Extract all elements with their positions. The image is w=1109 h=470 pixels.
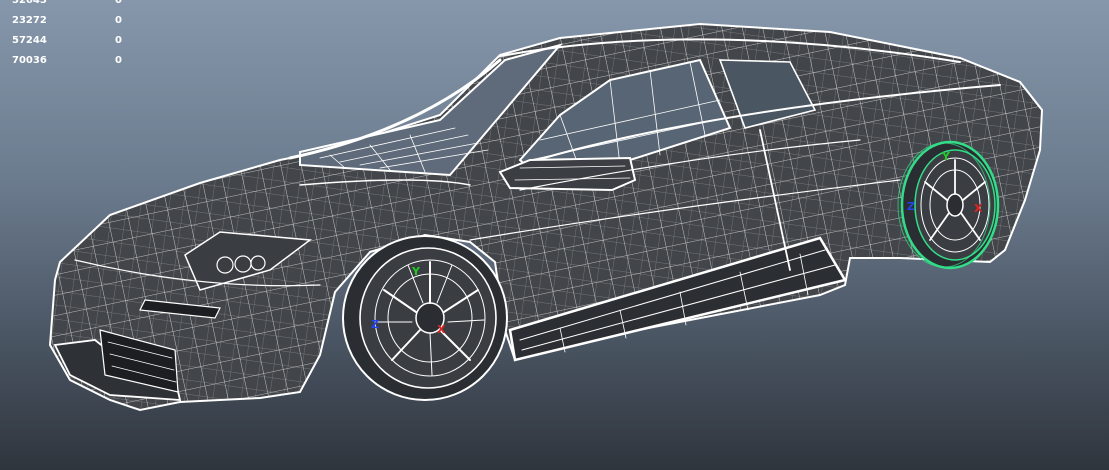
front-wheel[interactable] [342, 235, 508, 401]
hud-row: 52645 0 [12, 0, 122, 11]
car-wireframe-model[interactable]: Y Z X Y Z X [0, 0, 1109, 470]
hud-row: 57244 0 [12, 31, 122, 51]
x-axis-label: X [974, 202, 983, 215]
hud-value: 0 [115, 0, 122, 6]
z-axis-label: Z [907, 200, 915, 213]
heads-up-display: 52645 0 23272 0 57244 0 70036 0 [12, 0, 122, 71]
x-axis-label: X [437, 323, 446, 336]
hud-label: 52645 [12, 0, 47, 6]
hud-value: 0 [115, 55, 122, 66]
hud-label: 23272 [12, 15, 47, 26]
hud-row: 23272 0 [12, 11, 122, 31]
z-axis-label: Z [371, 318, 379, 331]
hud-row: 70036 0 [12, 51, 122, 71]
hud-label: 70036 [12, 55, 47, 66]
hud-value: 0 [115, 35, 122, 46]
y-axis-label: Y [941, 150, 951, 163]
hud-label: 57244 [12, 35, 47, 46]
maya-viewport[interactable]: 52645 0 23272 0 57244 0 70036 0 Y Z X Y … [0, 0, 1109, 470]
hud-value: 0 [115, 15, 122, 26]
y-axis-label: Y [411, 265, 421, 278]
